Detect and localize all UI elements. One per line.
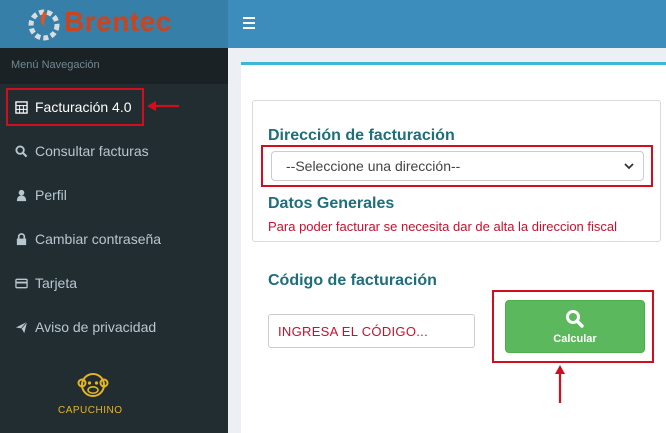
address-select-value: --Seleccione una dirección-- xyxy=(286,158,461,174)
gear-logo-icon xyxy=(28,9,60,41)
sidebar-item-aviso-privacidad[interactable]: Aviso de privacidad xyxy=(0,307,228,347)
sidebar-item-label: Aviso de privacidad xyxy=(35,319,157,335)
address-select[interactable]: --Seleccione una dirección-- xyxy=(271,151,644,181)
top-navbar xyxy=(228,0,666,48)
sidebar-item-cambiar-contrasena[interactable]: Cambiar contraseña xyxy=(0,219,228,259)
brand-footer-label: CAPUCHINO xyxy=(58,405,123,416)
brand-name: Brentec xyxy=(64,6,172,37)
sidebar-item-label: Perfil xyxy=(35,187,67,203)
fiscal-address-warning: Para poder facturar se necesita dar de a… xyxy=(268,219,618,234)
hamburger-icon[interactable] xyxy=(242,14,260,32)
chevron-down-icon xyxy=(624,163,634,170)
calculate-button-label: Calcular xyxy=(553,332,597,345)
sidebar-item-facturacion[interactable]: Facturación 4.0 xyxy=(0,87,228,127)
sidebar-item-label: Facturación 4.0 xyxy=(35,99,132,115)
sidebar: Brentec Menú Navegación Facturación 4.0 … xyxy=(0,0,228,433)
lock-icon xyxy=(14,232,28,246)
address-title: Dirección de facturación xyxy=(268,127,455,144)
calculate-button[interactable]: Calcular xyxy=(505,300,645,353)
calculator-icon xyxy=(14,100,28,114)
logo-area[interactable]: Brentec xyxy=(0,0,228,48)
sidebar-item-consultar-facturas[interactable]: Consultar facturas xyxy=(0,131,228,171)
sidebar-item-perfil[interactable]: Perfil xyxy=(0,175,228,215)
billing-code-placeholder: INGRESA EL CÓDIGO... xyxy=(278,324,428,339)
search-icon xyxy=(14,144,28,158)
billing-code-title: Código de facturación xyxy=(268,272,437,289)
search-icon xyxy=(566,309,584,328)
sidebar-item-label: Cambiar contraseña xyxy=(35,231,162,247)
billing-code-input[interactable]: INGRESA EL CÓDIGO... xyxy=(268,314,475,348)
user-icon xyxy=(14,188,28,202)
monkey-logo-icon xyxy=(77,373,109,397)
sidebar-item-label: Consultar facturas xyxy=(35,143,149,159)
sidebar-item-label: Tarjeta xyxy=(35,275,78,291)
sidebar-item-tarjeta[interactable]: Tarjeta xyxy=(0,263,228,303)
credit-card-icon xyxy=(14,276,28,290)
nav-header: Menú Navegación xyxy=(0,48,228,84)
brand-footer: CAPUCHINO xyxy=(0,365,228,425)
paper-plane-icon xyxy=(14,320,28,334)
general-data-title: Datos Generales xyxy=(268,195,395,212)
